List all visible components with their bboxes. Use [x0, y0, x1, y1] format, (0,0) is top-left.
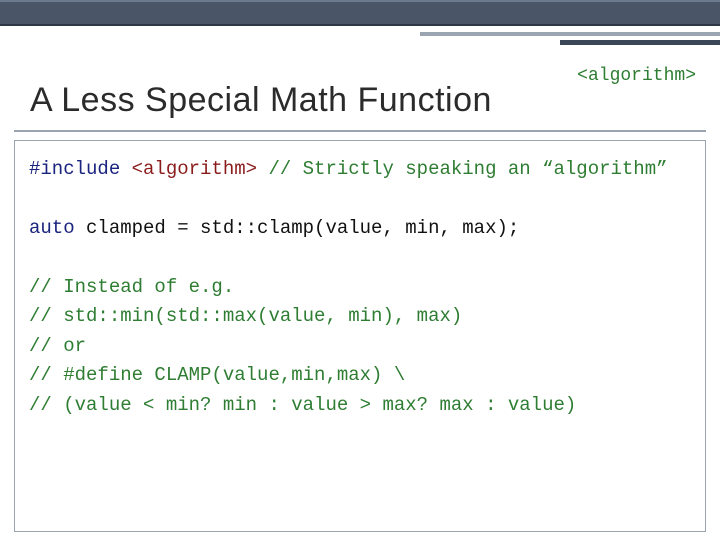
blank-line	[29, 243, 691, 272]
slide-title: A Less Special Math Function	[30, 81, 577, 120]
slide-top-bar	[0, 0, 720, 26]
comment-line: // or	[29, 332, 691, 361]
slide-accent	[0, 26, 720, 48]
preprocessor: #include	[29, 158, 120, 180]
code-line: #include <algorithm> // Strictly speakin…	[29, 155, 691, 184]
code-line: auto clamped = std::clamp(value, min, ma…	[29, 214, 691, 243]
include-header: <algorithm>	[120, 158, 257, 180]
title-underline	[14, 130, 706, 132]
comment-line: // (value < min? min : value > max? max …	[29, 391, 691, 420]
blank-line	[29, 184, 691, 213]
comment-line: // std::min(std::max(value, min), max)	[29, 302, 691, 331]
code-block: #include <algorithm> // Strictly speakin…	[14, 140, 706, 532]
comment: // Strictly speaking an “algorithm”	[257, 158, 667, 180]
comment-line: // Instead of e.g.	[29, 273, 691, 302]
code-text: clamped = std::clamp(value, min, max);	[75, 217, 520, 239]
header-tag: <algorithm>	[577, 66, 696, 86]
keyword-auto: auto	[29, 217, 75, 239]
comment-line: // #define CLAMP(value,min,max) \	[29, 361, 691, 390]
slide-header: A Less Special Math Function <algorithm>	[0, 48, 720, 130]
